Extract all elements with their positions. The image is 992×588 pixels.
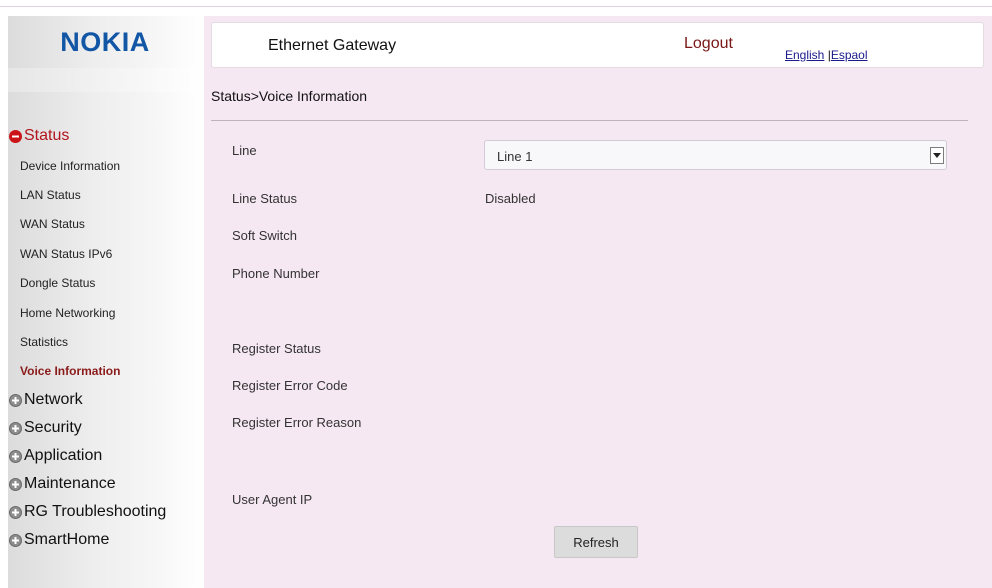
sidebar-item-wan-status[interactable]: WAN Status — [8, 210, 202, 239]
nav-section-application[interactable]: Application — [8, 442, 202, 470]
sidebar-spacer — [8, 68, 202, 92]
nav-section-label: Network — [24, 391, 83, 409]
refresh-button[interactable]: Refresh — [554, 526, 638, 558]
expand-icon — [9, 421, 22, 435]
nav-section-smarthome[interactable]: SmartHome — [8, 526, 202, 554]
nav-section-label: Application — [24, 447, 103, 465]
logout-link[interactable]: Logout — [684, 35, 733, 53]
line-label: Line — [232, 143, 257, 158]
nav-section-security[interactable]: Security — [8, 414, 202, 442]
nav-section-label: Security — [24, 419, 82, 437]
lang-spanish-link[interactable]: Espaol — [831, 48, 868, 62]
sidebar-item-statistics[interactable]: Statistics — [8, 327, 202, 356]
collapse-icon — [9, 129, 22, 143]
expand-icon — [9, 393, 22, 407]
sidebar-item-home-networking[interactable]: Home Networking — [8, 298, 202, 327]
register-error-reason-label: Register Error Reason — [232, 415, 362, 430]
sidebar: NOKIA Status Device Information LAN Stat… — [8, 16, 202, 588]
nav-section-label: SmartHome — [24, 531, 110, 549]
section-divider — [211, 120, 968, 121]
nav-section-rg-troubleshooting[interactable]: RG Troubleshooting — [8, 498, 202, 526]
expand-icon — [9, 505, 22, 519]
top-border — [0, 0, 992, 7]
nav-section-maintenance[interactable]: Maintenance — [8, 470, 202, 498]
sidebar-item-voice-information[interactable]: Voice Information — [8, 357, 202, 386]
nav-section-label: Maintenance — [24, 475, 116, 493]
register-error-code-label: Register Error Code — [232, 378, 348, 393]
register-status-label: Register Status — [232, 341, 321, 356]
main-panel: Ethernet Gateway Logout English |Espaol … — [204, 16, 992, 588]
line-status-label: Line Status — [232, 191, 298, 206]
expand-icon — [9, 477, 22, 491]
soft-switch-label: Soft Switch — [232, 228, 298, 243]
nav-section-network[interactable]: Network — [8, 386, 202, 414]
line-status-value: Disabled — [485, 191, 536, 206]
expand-icon — [9, 533, 22, 547]
line-select-value: Line 1 — [497, 149, 533, 164]
phone-number-label: Phone Number — [232, 266, 320, 281]
sidebar-nav: Status Device Information LAN Status WAN… — [8, 122, 202, 554]
logo-text: NOKIA — [60, 26, 150, 57]
expand-icon — [9, 449, 22, 463]
breadcrumb: Status>Voice Information — [211, 88, 368, 104]
sidebar-item-wan-status-ipv6[interactable]: WAN Status IPv6 — [8, 239, 202, 268]
dropdown-arrow-icon[interactable] — [930, 147, 944, 164]
nav-section-label: Status — [24, 127, 70, 144]
user-agent-ip-label: User Agent IP — [232, 492, 313, 507]
sidebar-item-dongle-status[interactable]: Dongle Status — [8, 269, 202, 298]
sidebar-item-device-information[interactable]: Device Information — [8, 151, 202, 180]
language-switcher: English |Espaol — [785, 48, 868, 62]
nav-section-status[interactable]: Status — [8, 122, 202, 150]
lang-english-link[interactable]: English — [785, 48, 824, 62]
sidebar-item-lan-status[interactable]: LAN Status — [8, 180, 202, 209]
header-bar: Ethernet Gateway Logout English |Espaol — [211, 22, 984, 68]
nav-section-label: RG Troubleshooting — [24, 503, 167, 521]
status-submenu: Device Information LAN Status WAN Status… — [8, 151, 202, 386]
line-select[interactable]: Line 1 — [484, 140, 947, 170]
brand-logo: NOKIA — [8, 16, 202, 68]
app-title: Ethernet Gateway — [268, 37, 397, 54]
